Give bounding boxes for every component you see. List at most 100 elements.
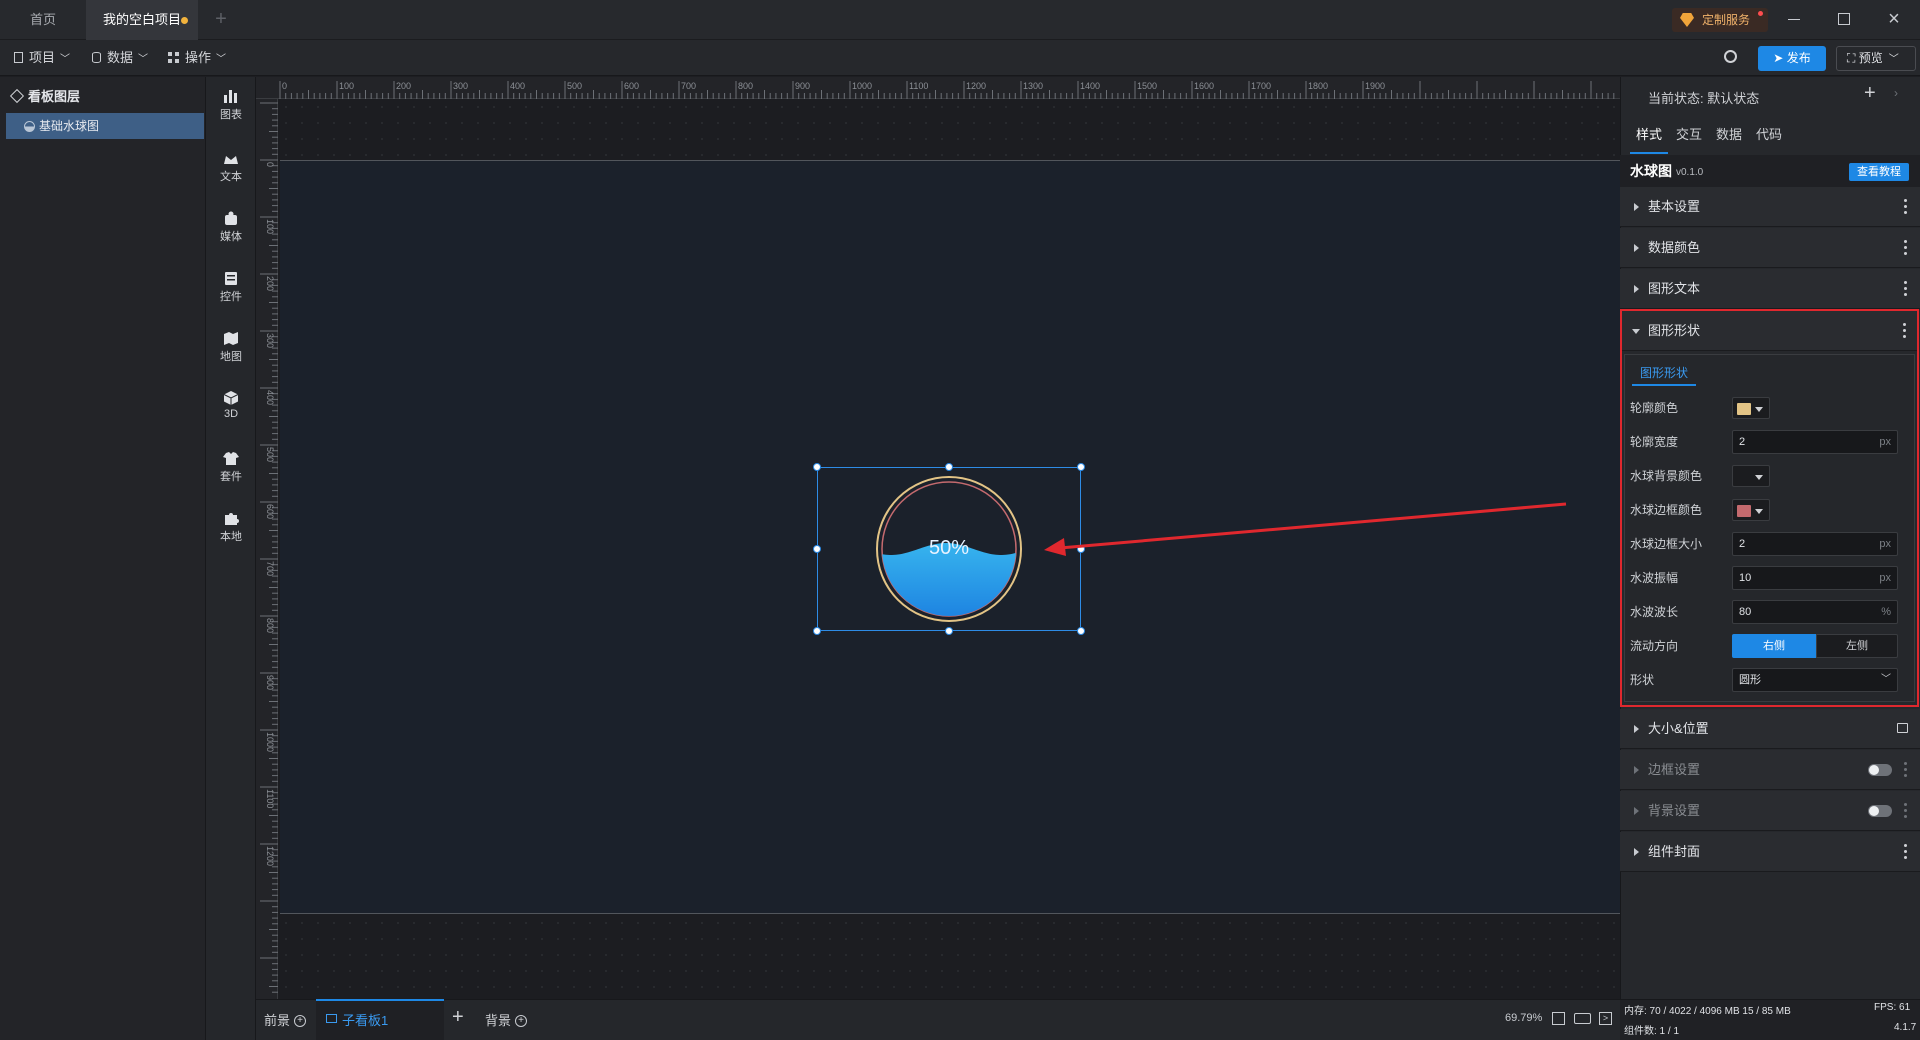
annotation-arrowhead [1044,538,1066,556]
view-tutorial-button[interactable]: 查看教程 [1849,163,1909,181]
tool-3d[interactable]: 3D [206,390,256,420]
row-wave-amplitude: 水波振幅 10 px [1630,563,1916,593]
state-value[interactable]: 默认状态 [1707,91,1759,106]
keyboard-icon[interactable] [1574,1013,1591,1024]
caret-down-icon [1632,329,1640,334]
layer-item-liquid[interactable]: 基础水球图 [6,113,204,139]
background-toggle[interactable] [1868,805,1892,817]
resize-handle[interactable] [1077,627,1085,635]
section-size-position[interactable]: 大小&位置 [1620,709,1920,749]
tool-map[interactable]: 地图 [206,330,256,364]
tool-chart[interactable]: 图表 [206,88,256,122]
custom-service-label: 定制服务 [1702,13,1751,27]
resize-handle[interactable] [813,545,821,553]
border-toggle[interactable] [1868,764,1892,776]
annotation-arrow [1044,502,1567,556]
add-tab-icon[interactable]: + [210,8,232,30]
tool-kit[interactable]: 套件 [206,450,256,484]
shape-select[interactable]: 圆形 ﹀ [1732,668,1898,692]
minimize-icon[interactable] [1788,19,1800,20]
more-icon[interactable] [1904,281,1908,297]
section-graphic-shape-header[interactable]: 图形形状 [1622,311,1917,351]
unit-label: % [1881,606,1891,618]
menu-project[interactable]: 项目 ﹀ [14,40,70,76]
tab-home[interactable]: 首页 [0,0,86,40]
section-border-settings[interactable]: 边框设置 [1620,750,1920,790]
lock-icon[interactable] [1897,723,1908,733]
add-circle-icon[interactable]: + [294,1015,307,1027]
outline-width-input[interactable]: 2 px [1732,430,1898,454]
layers-icon [9,88,25,104]
add-state-icon[interactable]: + [1864,82,1876,105]
section-data-colors[interactable]: 数据颜色 [1620,228,1920,268]
section-background-settings[interactable]: 背景设置 [1620,791,1920,831]
media-icon [225,211,237,225]
tab-data[interactable]: 数据 [1710,126,1748,144]
resize-handle[interactable] [945,627,953,635]
section-basic-settings[interactable]: 基本设置 [1620,187,1920,227]
more-icon[interactable] [1904,844,1908,860]
section-label: 大小&位置 [1648,721,1709,736]
tool-control[interactable]: 控件 [206,270,256,304]
ball-border-color-label: 水球边框颜色 [1630,503,1703,517]
resize-handle[interactable] [945,463,953,471]
tool-media[interactable]: 媒体 [206,210,256,244]
tab-style[interactable]: 样式 [1630,126,1668,154]
subtab-graphic-shape[interactable]: 图形形状 [1632,362,1696,386]
more-icon[interactable] [1904,762,1908,778]
tab-code[interactable]: 代码 [1750,126,1788,144]
resize-handle[interactable] [1077,463,1085,471]
menu-operation[interactable]: 操作 ﹀ [168,40,226,76]
tool-chart-label: 图表 [220,109,242,121]
ball-border-color-picker[interactable] [1732,499,1770,521]
more-icon[interactable] [1904,803,1908,819]
tool-local[interactable]: 本地 [206,510,256,544]
resize-handle[interactable] [813,463,821,471]
publish-button[interactable]: ➤ 发布 [1758,46,1826,71]
row-flow-direction: 流动方向 右侧 左侧 [1630,631,1916,661]
ruler-tick-label: 700 [681,81,696,91]
menu-data[interactable]: 数据 ﹀ [92,40,148,76]
background-tab[interactable]: 背景 + [485,1010,528,1029]
ruler-tick-label: 0 [282,81,287,91]
ball-bg-color-label: 水球背景颜色 [1630,469,1703,483]
search-icon[interactable] [1724,50,1737,63]
state-label: 当前状态: [1648,91,1704,106]
add-board-icon[interactable]: + [452,1006,464,1029]
chevron-right-icon[interactable]: › [1894,86,1898,100]
subboard-tab[interactable]: 子看板1 [316,999,444,1040]
wave-length-input[interactable]: 80% [1732,600,1898,624]
tab-interaction[interactable]: 交互 [1670,126,1708,144]
flow-right-option[interactable]: 右侧 [1732,634,1816,658]
tool-text[interactable]: 文本 [206,152,256,184]
ruler-tick-label: 1000 [852,81,872,91]
caret-right-icon [1634,203,1639,211]
liquid-percentage-label: 50% [929,537,969,559]
wave-amplitude-input[interactable]: 10 px [1732,566,1898,590]
restore-icon[interactable] [1838,13,1850,25]
zoom-level[interactable]: 69.79% [1505,1012,1542,1024]
ruler-tick-label: 1200 [966,81,986,91]
ball-border-size-input[interactable]: 2 px [1732,532,1898,556]
monitor-icon [326,1014,337,1023]
resize-handle[interactable] [813,627,821,635]
more-icon[interactable] [1904,199,1908,215]
more-icon[interactable] [1904,240,1908,256]
add-circle-icon[interactable]: + [515,1015,528,1027]
ruler-tick-label: 1200 [265,846,275,866]
outline-color-picker[interactable] [1732,397,1770,419]
caret-right-icon [1634,285,1639,293]
flow-left-option[interactable]: 左侧 [1816,634,1898,658]
preview-button[interactable]: ⛶ 预览 ﹀ [1836,46,1916,71]
section-component-cover[interactable]: 组件封面 [1620,832,1920,872]
wave-amplitude-value: 10 [1739,572,1752,584]
fit-screen-icon[interactable] [1552,1012,1565,1025]
more-icon[interactable] [1903,323,1907,339]
custom-service-button[interactable]: 定制服务 [1672,8,1768,32]
foreground-tab[interactable]: 前景 + [264,1010,307,1029]
terminal-icon[interactable]: > [1599,1012,1612,1025]
section-shape-text[interactable]: 图形文本 [1620,269,1920,309]
ball-bg-color-picker[interactable] [1732,465,1770,487]
close-icon[interactable]: × [1884,6,1904,32]
background-label: 背景 [485,1013,512,1028]
